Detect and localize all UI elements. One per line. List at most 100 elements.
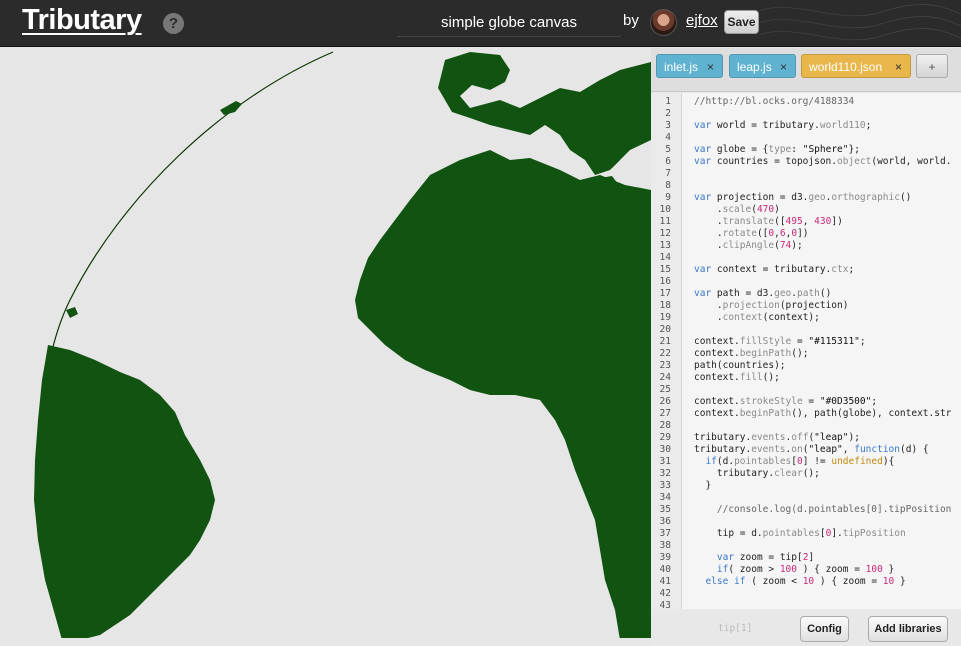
line-number: 42 xyxy=(659,588,671,599)
tab-label: inlet.js xyxy=(664,60,699,74)
line-number: 36 xyxy=(659,516,671,527)
add-libraries-button[interactable]: Add libraries xyxy=(868,616,948,642)
line-number: 1 xyxy=(665,96,671,107)
line-number: 22 xyxy=(659,348,671,359)
code-line: path(countries); xyxy=(694,360,786,371)
line-gutter: 1 2 3 4 5 6 7 8 9 10 11 12 13 14 15 16 17 18 19 20 21 22 23 24 2… xyxy=(651,93,682,609)
africa-landmass xyxy=(355,150,651,638)
line-number: 18 xyxy=(659,300,671,311)
line-number: 17 xyxy=(659,288,671,299)
line-number: 33 xyxy=(659,480,671,491)
code-line: else if ( zoom < 10 ) { zoom = 10 } xyxy=(705,576,906,587)
line-number: 30 xyxy=(659,444,671,455)
line-number: 35 xyxy=(659,504,671,515)
help-icon[interactable]: ? xyxy=(163,13,184,34)
line-number: 9 xyxy=(665,192,671,203)
by-label: by xyxy=(623,12,639,29)
island xyxy=(220,101,242,115)
code-line: tributary.events.on("leap", function(d) … xyxy=(694,444,929,455)
code-area[interactable]: 1 2 3 4 5 6 7 8 9 10 11 12 13 14 15 16 17 18 19 20 21 22 23 24 2… xyxy=(651,93,961,609)
code-line: var globe = {type: "Sphere"}; xyxy=(694,144,860,155)
south-america-landmass xyxy=(34,345,215,638)
code-editor-panel: inlet.js × leap.js × world110.json × + 1234… xyxy=(651,48,961,646)
title-input[interactable] xyxy=(397,9,621,37)
line-number: 20 xyxy=(659,324,671,335)
close-icon[interactable]: × xyxy=(780,55,787,79)
line-number: 34 xyxy=(659,492,671,503)
code-line: .projection(projection) xyxy=(694,300,849,311)
editor-footer: tip[1] Config Add libraries xyxy=(651,609,961,646)
line-number: 41 xyxy=(659,576,671,587)
line-number: 25 xyxy=(659,384,671,395)
line-number: 40 xyxy=(659,564,671,575)
hidden-code-line: tip[1] xyxy=(718,623,753,634)
line-number: 38 xyxy=(659,540,671,551)
line-number: 7 xyxy=(665,168,671,179)
code-line: //console.log(d.pointables[0].tipPositio… xyxy=(694,504,952,515)
tab-leap[interactable]: leap.js × xyxy=(729,54,796,78)
globe-render xyxy=(34,51,651,638)
close-icon[interactable]: × xyxy=(707,55,714,79)
globe-canvas[interactable] xyxy=(0,48,651,638)
line-number: 12 xyxy=(659,228,671,239)
island xyxy=(66,307,78,318)
code-line: context.beginPath(); xyxy=(694,348,809,359)
close-icon[interactable]: × xyxy=(895,55,902,79)
line-number: 23 xyxy=(659,360,671,371)
code-line: if( zoom > 100 ) { zoom = 100 } xyxy=(716,564,895,575)
line-number: 32 xyxy=(659,468,671,479)
code-line: context.fillStyle = "#115311"; xyxy=(694,336,866,347)
europe-landmass xyxy=(438,52,651,175)
line-number: 29 xyxy=(659,432,671,443)
add-file-button[interactable]: + xyxy=(916,54,948,78)
username-link[interactable]: ejfox xyxy=(686,12,718,29)
line-number: 5 xyxy=(665,144,671,155)
save-button[interactable]: Save xyxy=(724,10,759,34)
line-number: 24 xyxy=(659,372,671,383)
line-number: 3 xyxy=(665,120,671,131)
code-line: var countries = topojson.object(world, w… xyxy=(694,156,952,167)
code-line: } xyxy=(694,480,712,491)
code-line: var path = d3.geo.path() xyxy=(694,288,832,299)
code-line: var zoom = tip[2] xyxy=(716,552,815,563)
line-number: 6 xyxy=(665,156,671,167)
line-number: 15 xyxy=(659,264,671,275)
app-logo[interactable]: Tributary xyxy=(22,4,142,37)
line-number: 14 xyxy=(659,252,671,263)
tab-world110[interactable]: world110.json × xyxy=(801,54,911,78)
line-number: 13 xyxy=(659,240,671,251)
tab-inlet[interactable]: inlet.js × xyxy=(656,54,723,78)
line-number: 8 xyxy=(665,180,671,191)
line-number: 4 xyxy=(665,132,671,143)
line-number: 2 xyxy=(665,108,671,119)
line-number: 21 xyxy=(659,336,671,347)
line-number: 26 xyxy=(659,396,671,407)
line-number: 39 xyxy=(659,552,671,563)
line-number: 11 xyxy=(659,216,671,227)
code-line: var projection = d3.geo.orthographic() xyxy=(694,192,912,203)
code-line: //http://bl.ocks.org/4188334 xyxy=(694,96,855,107)
line-number: 28 xyxy=(659,420,671,431)
code-line: .clipAngle(74); xyxy=(694,240,803,251)
code-line: context.strokeStyle = "#0D3500"; xyxy=(694,396,878,407)
tab-label: world110.json xyxy=(809,60,883,74)
code-line: context.fill(); xyxy=(694,372,780,383)
code-line: .rotate([0,6,0]) xyxy=(694,228,809,239)
code-line: var world = tributary.world110; xyxy=(694,120,872,131)
line-number: 10 xyxy=(659,204,671,215)
line-number: 16 xyxy=(659,276,671,287)
code-line: tributary.clear(); xyxy=(694,468,820,479)
code-line: context.beginPath(), path(globe), contex… xyxy=(694,408,952,419)
avatar xyxy=(650,9,677,36)
line-number: 37 xyxy=(659,528,671,539)
tab-label: leap.js xyxy=(737,60,772,74)
line-number: 31 xyxy=(659,456,671,467)
line-number: 27 xyxy=(659,408,671,419)
line-number: 19 xyxy=(659,312,671,323)
topo-pattern xyxy=(761,4,961,41)
code-line: .translate([495, 430]) xyxy=(694,216,843,227)
code-line: var context = tributary.ctx; xyxy=(694,264,855,275)
config-button[interactable]: Config xyxy=(800,616,849,642)
code-line: if(d.pointables[0] != undefined){ xyxy=(705,456,895,467)
code-line: tip = d.pointables[0].tipPosition xyxy=(694,528,906,539)
